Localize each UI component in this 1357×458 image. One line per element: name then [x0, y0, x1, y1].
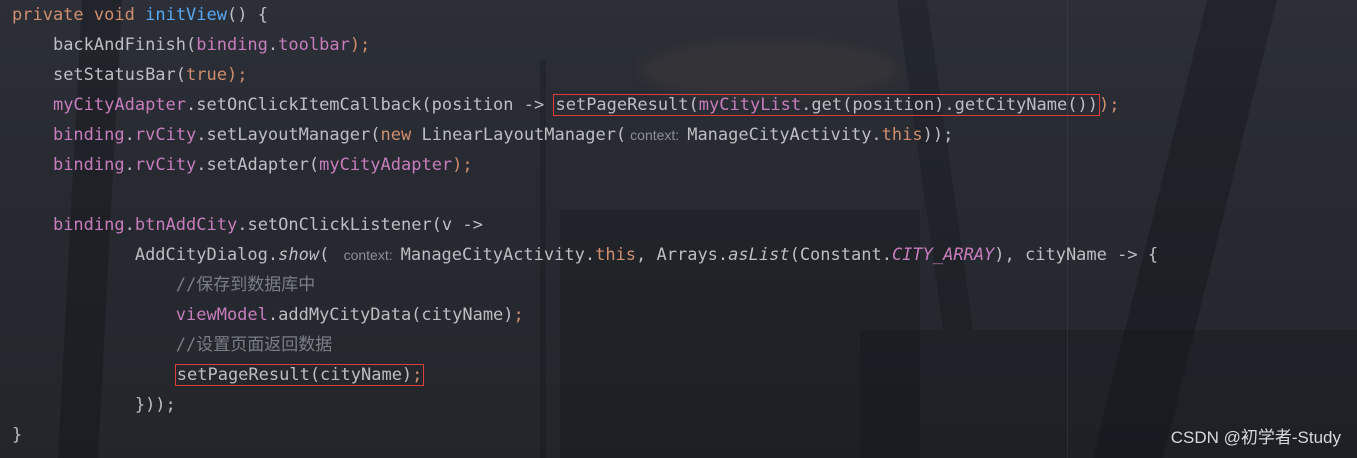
- code-line-15[interactable]: }: [12, 420, 1158, 450]
- code-text: ManageCityActivity.: [400, 245, 596, 265]
- field-ref: viewModel: [175, 305, 268, 325]
- static-method: show: [278, 245, 320, 265]
- keyword: new: [380, 125, 412, 145]
- field-ref: myCityList: [698, 95, 802, 115]
- code-text: }));: [134, 395, 176, 415]
- highlighted-code: setPageResult(myCityList.get(position).g…: [553, 94, 1100, 116]
- code-line-5[interactable]: binding.rvCity.setLayoutManager(new Line…: [12, 120, 1158, 150]
- code-text: setStatusBar(: [52, 65, 187, 85]
- field-ref: rvCity: [134, 125, 197, 145]
- code-line-10[interactable]: //保存到数据库中: [12, 270, 1158, 300]
- code-line-8[interactable]: binding.btnAddCity.setOnClickListener(v …: [12, 210, 1158, 240]
- code-text: .setOnClickItemCallback(position ->: [186, 95, 555, 115]
- static-method: asList: [728, 245, 790, 265]
- code-text: );: [226, 65, 248, 85]
- code-text: setPageResult(: [555, 95, 699, 115]
- field-ref: myCityAdapter: [52, 95, 187, 115]
- highlighted-code: setPageResult(cityName);: [174, 364, 425, 386]
- keyword: void: [93, 5, 135, 25]
- parameter-hint: context:: [343, 247, 393, 263]
- keyword: private: [12, 5, 84, 25]
- field-ref: toolbar: [278, 35, 350, 55]
- code-line-2[interactable]: backAndFinish(binding.toolbar);: [12, 30, 1158, 60]
- field-ref: binding: [52, 125, 125, 145]
- code-text: , Arrays.: [636, 245, 729, 265]
- watermark: CSDN @初学者-Study: [1170, 428, 1341, 447]
- code-text: .: [124, 215, 135, 235]
- code-editor[interactable]: private void initView() { backAndFinish(…: [0, 0, 1357, 458]
- field-ref: rvCity: [134, 155, 197, 175]
- code-text: ), cityName -> {: [994, 245, 1159, 265]
- code-line-7[interactable]: [12, 180, 1158, 210]
- code-line-14[interactable]: }));: [12, 390, 1158, 420]
- code-text: .setAdapter(: [196, 155, 320, 175]
- code-text: .: [267, 35, 279, 55]
- code-area[interactable]: private void initView() { backAndFinish(…: [12, 0, 1158, 450]
- field-ref: binding: [196, 35, 268, 55]
- code-text: .addMyCityData(cityName): [267, 305, 514, 325]
- code-text: AddCityDialog.: [134, 245, 279, 265]
- code-line-11[interactable]: viewModel.addMyCityData(cityName);: [12, 300, 1158, 330]
- code-text: .: [124, 155, 135, 175]
- code-text: .setOnClickListener(v ->: [237, 215, 483, 235]
- code-line-3[interactable]: setStatusBar(true);: [12, 60, 1158, 90]
- code-text: ;: [513, 305, 524, 325]
- keyword: this: [595, 245, 637, 265]
- code-line-13[interactable]: setPageResult(cityName);: [12, 360, 1158, 390]
- code-text: );: [1098, 95, 1120, 115]
- code-text: );: [349, 35, 371, 55]
- code-comment: //保存到数据库中: [175, 275, 316, 295]
- field-ref: binding: [52, 155, 125, 175]
- constant-ref: CITY_ARRAY: [891, 245, 995, 265]
- code-line-6[interactable]: binding.rvCity.setAdapter(myCityAdapter)…: [12, 150, 1158, 180]
- code-line-12[interactable]: //设置页面返回数据: [12, 330, 1158, 360]
- code-text: );: [452, 155, 473, 175]
- parameter-hint: context:: [630, 127, 680, 143]
- field-ref: myCityAdapter: [319, 155, 453, 175]
- code-text: .get(position).getCityName(): [801, 95, 1088, 115]
- code-text: LinearLayoutManager(: [411, 125, 627, 145]
- field-ref: btnAddCity: [134, 215, 238, 235]
- code-text: }: [12, 425, 23, 445]
- code-line-4[interactable]: myCityAdapter.setOnClickItemCallback(pos…: [12, 90, 1158, 120]
- code-text: backAndFinish(: [52, 35, 197, 55]
- code-text: .setLayoutManager(: [196, 125, 381, 145]
- code-line-9[interactable]: AddCityDialog.show( context: ManageCityAc…: [12, 240, 1158, 270]
- code-text: ));: [922, 125, 954, 145]
- field-ref: binding: [52, 215, 125, 235]
- code-text: .: [124, 125, 135, 145]
- method-name: initView: [145, 5, 227, 25]
- code-text: ;: [412, 365, 423, 385]
- code-text: (Constant.: [789, 245, 892, 265]
- code-comment: //设置页面返回数据: [175, 335, 333, 355]
- code-line-1[interactable]: private void initView() {: [12, 0, 1158, 30]
- code-text: ): [1087, 95, 1098, 115]
- code-text: ManageCityActivity.: [687, 125, 882, 145]
- code-text: () {: [227, 5, 268, 25]
- code-text: (: [319, 245, 330, 265]
- keyword: this: [881, 125, 923, 145]
- keyword: true: [186, 65, 227, 85]
- code-text: setPageResult(cityName): [176, 365, 413, 385]
